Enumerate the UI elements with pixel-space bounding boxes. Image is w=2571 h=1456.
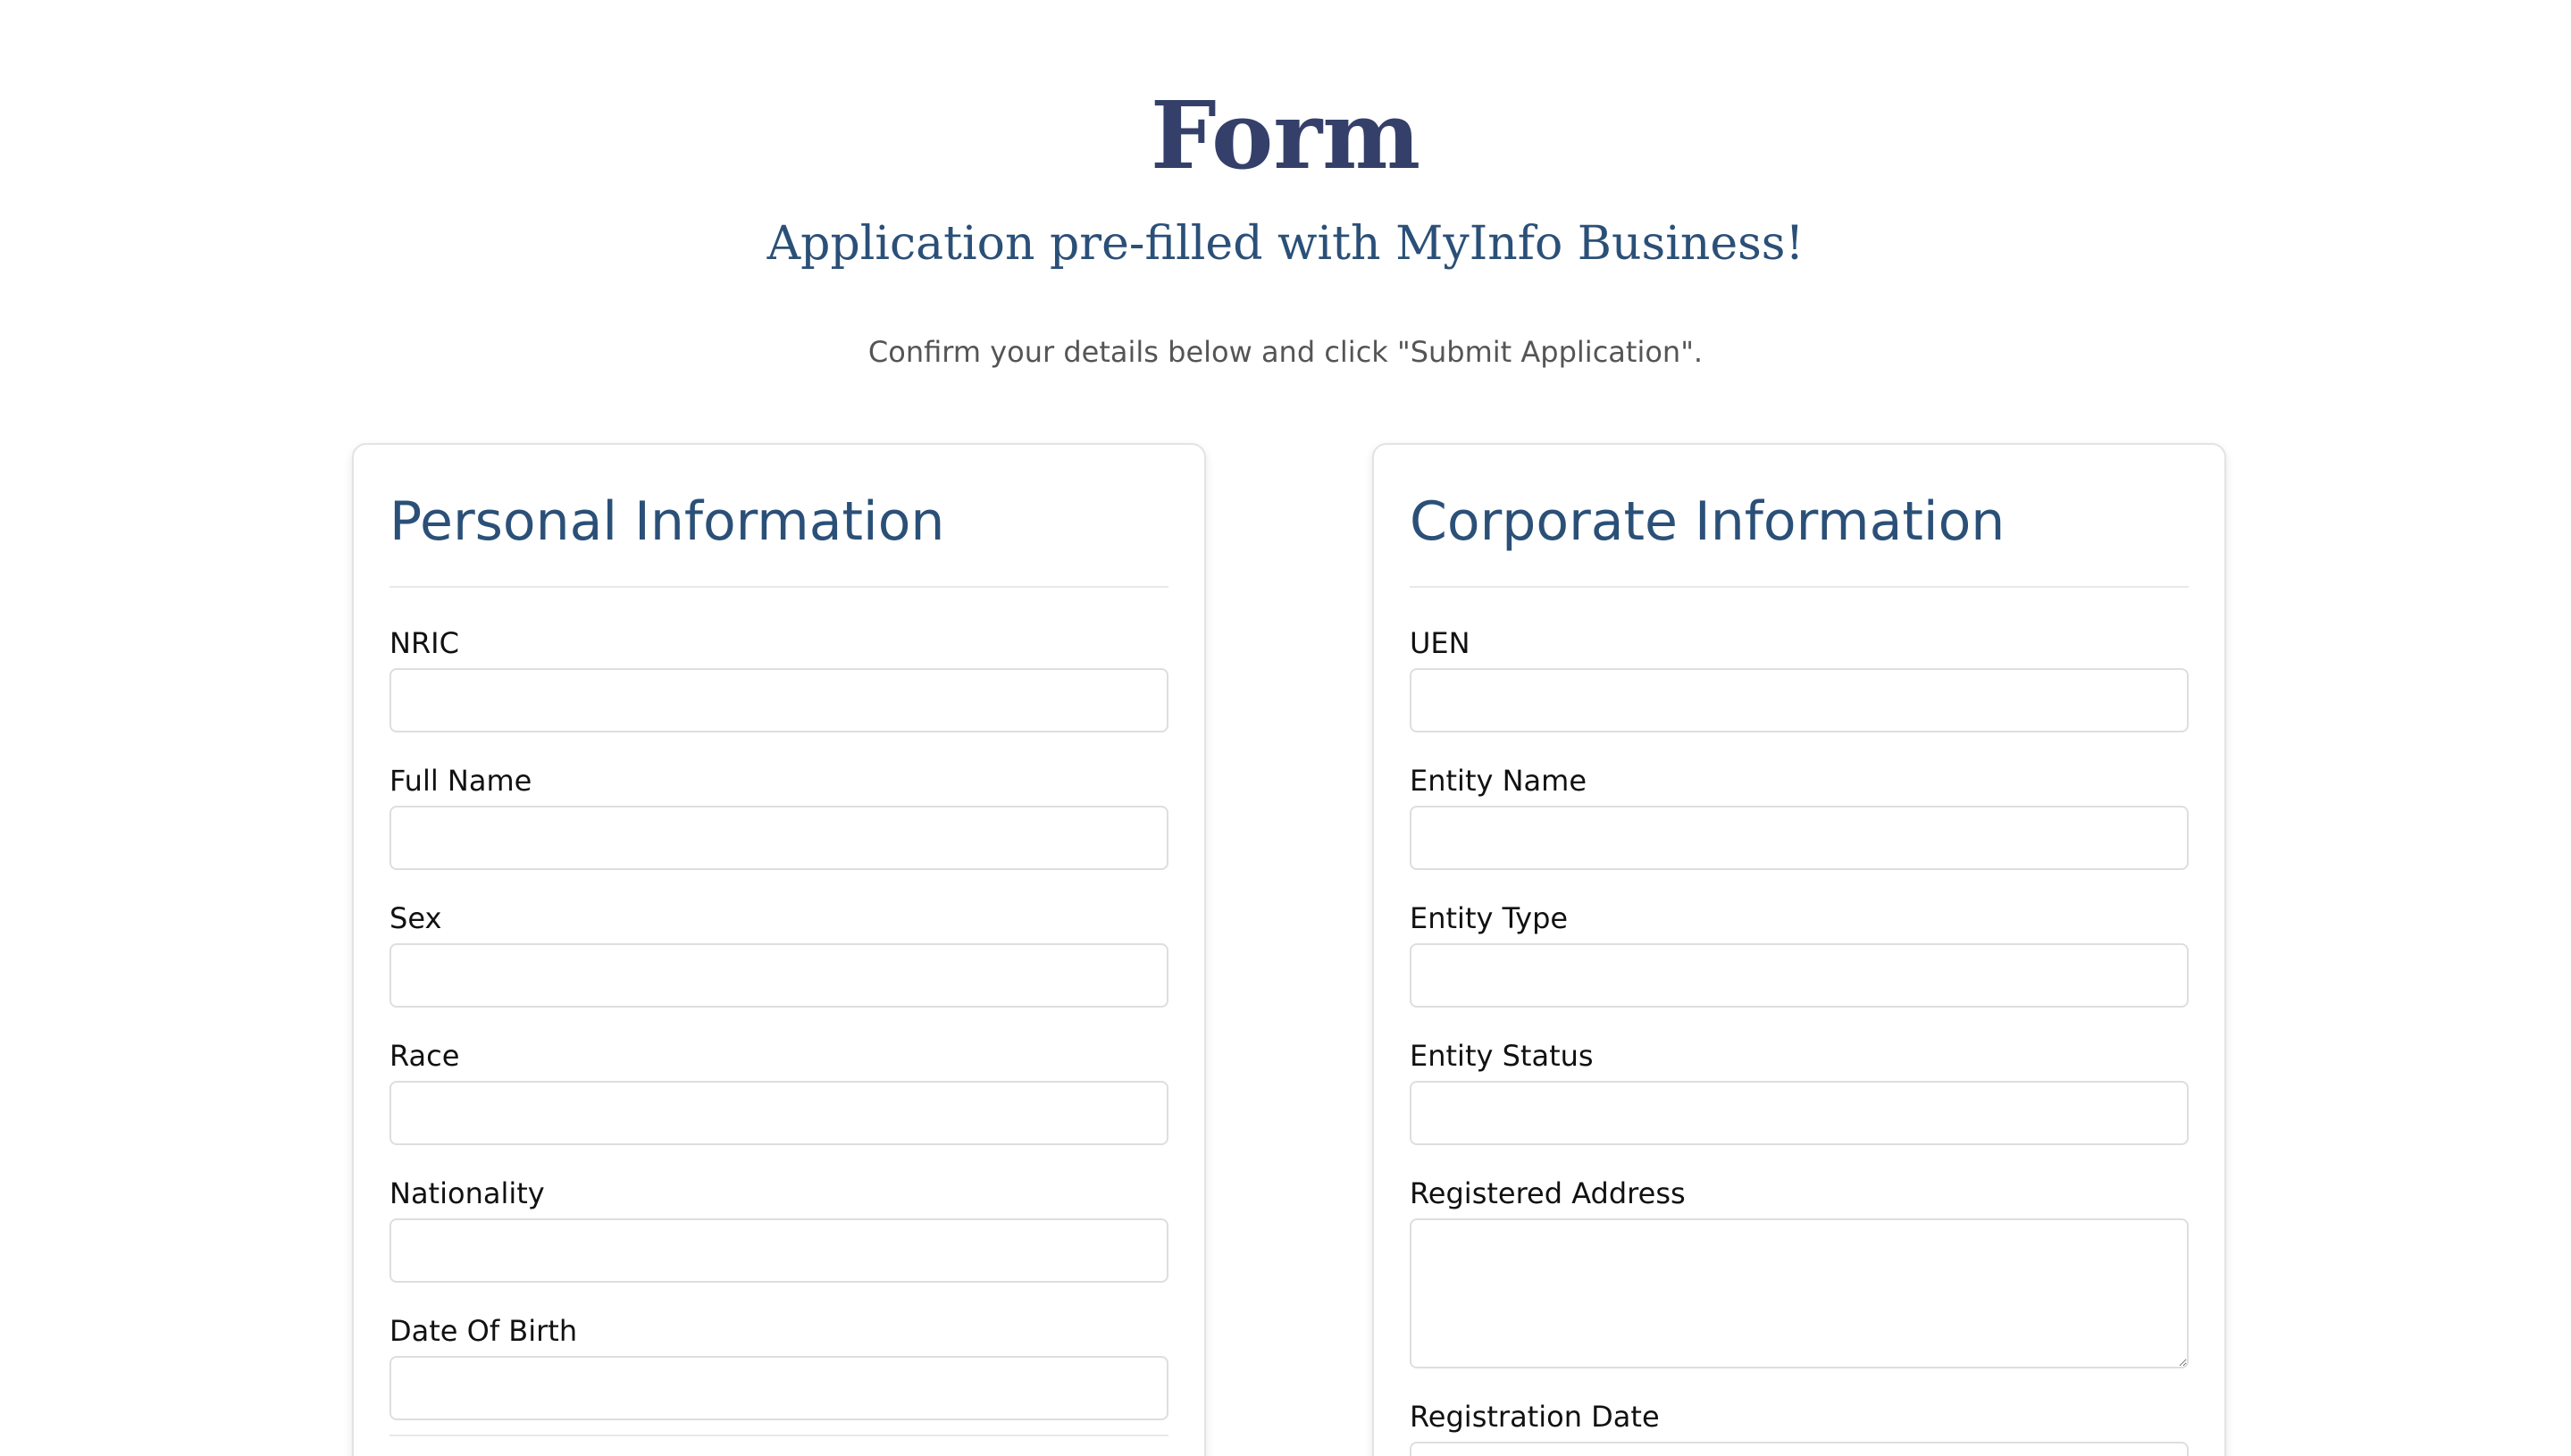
registered-address-textarea[interactable] <box>1410 1218 2189 1368</box>
date-of-birth-input[interactable] <box>389 1356 1168 1420</box>
entity-name-field-group: Entity Name <box>1410 763 2189 870</box>
registration-date-input[interactable] <box>1410 1442 2189 1456</box>
entity-type-input[interactable] <box>1410 943 2189 1008</box>
entity-name-input[interactable] <box>1410 806 2189 870</box>
entity-status-input[interactable] <box>1410 1081 2189 1145</box>
full-name-input[interactable] <box>389 806 1168 870</box>
instructions-text: Confirm your details below and click "Su… <box>867 335 1704 369</box>
nationality-field-group: Nationality <box>389 1176 1168 1283</box>
registration-date-label: Registration Date <box>1410 1400 1660 1434</box>
corporate-information-card: Corporate Information UEN Entity Name En… <box>1372 443 2226 1456</box>
uen-label: UEN <box>1410 626 1470 660</box>
full-name-field-group: Full Name <box>389 763 1168 870</box>
entity-status-field-group: Entity Status <box>1410 1038 2189 1145</box>
registered-address-field-group: Registered Address <box>1410 1176 2189 1368</box>
sex-label: Sex <box>389 901 442 935</box>
uen-field-group: UEN <box>1410 625 2189 732</box>
date-of-birth-field-group: Date Of Birth <box>389 1313 1168 1420</box>
full-name-label: Full Name <box>389 764 532 798</box>
personal-section-divider <box>389 1435 1168 1436</box>
date-of-birth-label: Date Of Birth <box>389 1314 578 1348</box>
nric-label: NRIC <box>389 626 459 660</box>
corporate-information-heading: Corporate Information <box>1410 490 2006 553</box>
corporate-heading-divider <box>1410 586 2189 588</box>
registered-address-label: Registered Address <box>1410 1176 1686 1210</box>
entity-name-label: Entity Name <box>1410 764 1587 798</box>
page-title: Form <box>1150 80 1421 190</box>
registration-date-field-group: Registration Date <box>1410 1399 2189 1456</box>
personal-information-card: Personal Information NRIC Full Name Sex … <box>352 443 1206 1456</box>
entity-type-field-group: Entity Type <box>1410 900 2189 1008</box>
uen-input[interactable] <box>1410 668 2189 732</box>
race-field-group: Race <box>389 1038 1168 1145</box>
personal-heading-divider <box>389 586 1168 588</box>
page-subtitle: Application pre-filled with MyInfo Busin… <box>766 217 1805 271</box>
entity-type-label: Entity Type <box>1410 901 1569 935</box>
nric-field-group: NRIC <box>389 625 1168 732</box>
entity-status-label: Entity Status <box>1410 1039 1594 1073</box>
sex-input[interactable] <box>389 943 1168 1008</box>
race-label: Race <box>389 1039 460 1073</box>
nationality-label: Nationality <box>389 1176 545 1210</box>
race-input[interactable] <box>389 1081 1168 1145</box>
nationality-input[interactable] <box>389 1218 1168 1283</box>
nric-input[interactable] <box>389 668 1168 732</box>
personal-information-heading: Personal Information <box>389 490 945 553</box>
sex-field-group: Sex <box>389 900 1168 1008</box>
